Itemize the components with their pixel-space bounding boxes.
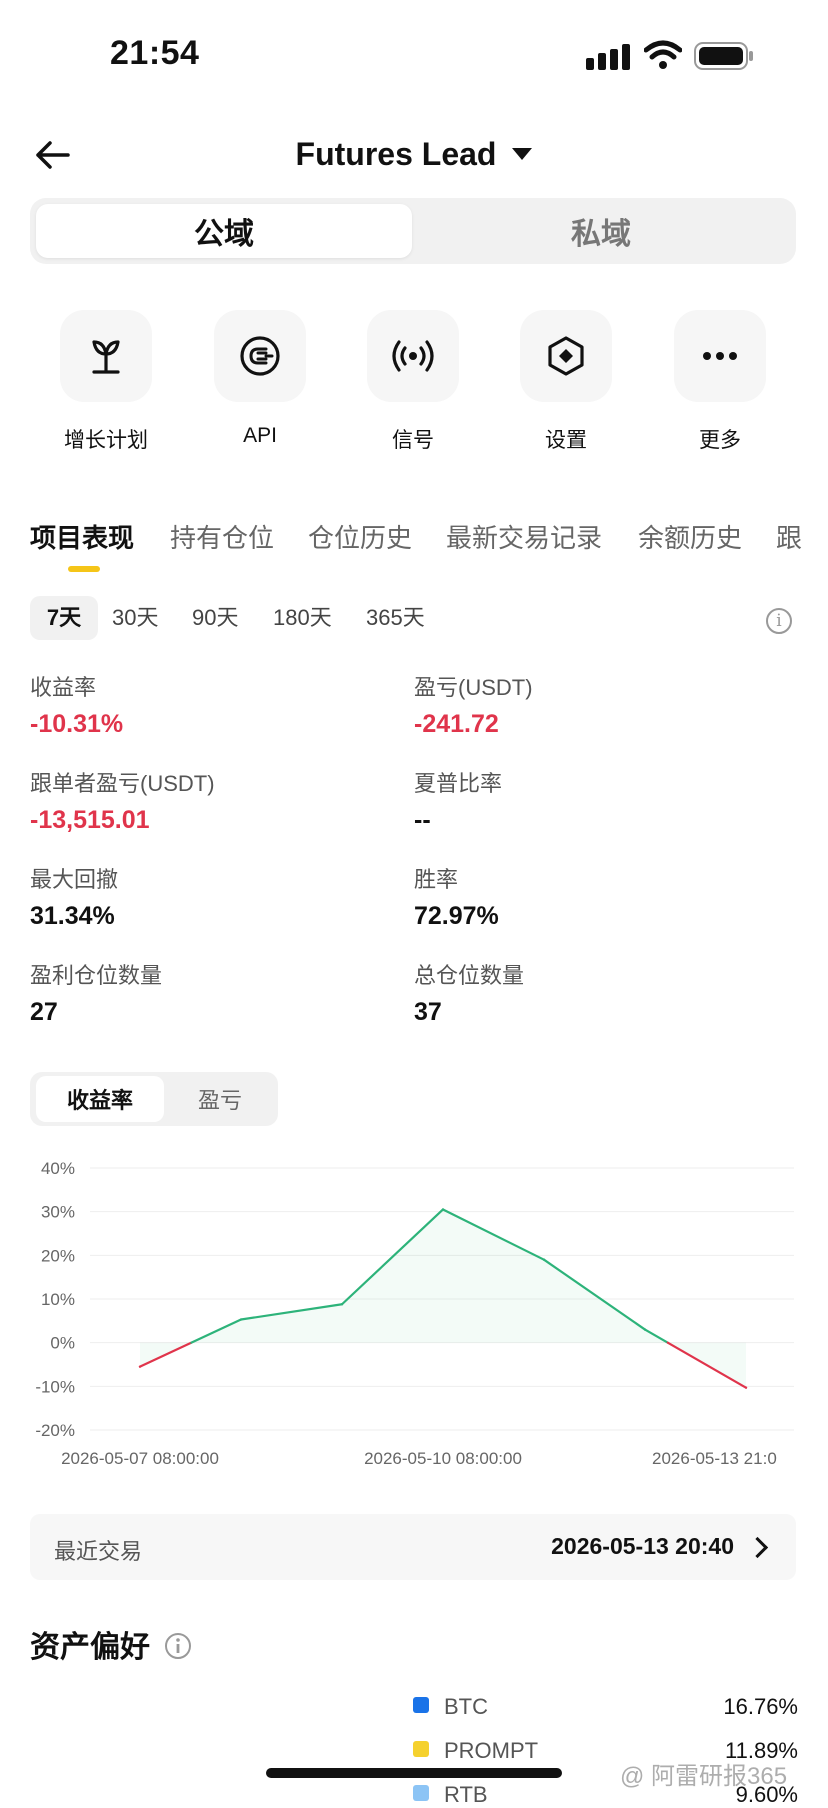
data-point	[441, 1208, 445, 1211]
metric-pnl-value: -241.72	[414, 710, 499, 738]
legend-name-rtb: RTB	[444, 1782, 488, 1807]
home-indicator[interactable]	[266, 1768, 562, 1778]
data-point	[542, 1258, 546, 1261]
period-30d[interactable]: 30天	[112, 596, 158, 640]
caret-down-icon	[512, 147, 533, 160]
segment-public[interactable]: 公域	[36, 204, 412, 258]
signal-button[interactable]	[367, 310, 459, 402]
metric-sharpe-label: 夏普比率	[414, 771, 503, 796]
segment-private[interactable]: 私域	[412, 204, 790, 258]
y-tick-label: 40%	[41, 1159, 75, 1178]
growth-plan-label: 增长计划	[64, 429, 148, 452]
x-tick-label: 2026-05-10 08:00:00	[364, 1449, 522, 1468]
api-button[interactable]	[214, 310, 306, 402]
metric-win-rate-label: 胜率	[414, 867, 459, 892]
y-tick-label: 0%	[50, 1334, 75, 1353]
more-label: 更多	[699, 429, 741, 452]
settings-button[interactable]	[520, 310, 612, 402]
tab-position-history[interactable]: 仓位历史	[308, 518, 412, 555]
page-title-text: Futures Lead	[295, 136, 497, 172]
metric-win-rate-value: 72.97%	[414, 902, 499, 930]
metric-total-positions-value: 37	[414, 998, 442, 1026]
signal-label: 信号	[392, 429, 434, 452]
asset-preference-title: 资产偏好	[30, 1631, 150, 1664]
y-tick-label: 10%	[41, 1290, 75, 1309]
recent-trade-time: 2026-05-13 20:40	[551, 1533, 734, 1559]
x-tick-label: 2026-05-07 08:00:00	[61, 1449, 219, 1468]
chart-toggle-pnl[interactable]: 盈亏	[164, 1076, 276, 1122]
tab-followers[interactable]: 跟	[776, 518, 828, 555]
metric-max-drawdown-label: 最大回撤	[30, 867, 119, 892]
chart-toggle-roi[interactable]: 收益率	[36, 1076, 164, 1122]
settings-label: 设置	[545, 429, 587, 452]
legend-swatch-rtb	[413, 1785, 429, 1801]
growth-plan-button[interactable]	[60, 310, 152, 402]
info-circle-icon[interactable]	[164, 1632, 192, 1660]
metric-profit-positions-label: 盈利仓位数量	[30, 963, 163, 988]
tab-open-positions[interactable]: 持有仓位	[170, 518, 274, 555]
tab-balance-history[interactable]: 余额历史	[638, 518, 742, 555]
watermark: @ 阿雷研报365	[620, 1763, 788, 1790]
legend-name-prompt: PROMPT	[444, 1738, 539, 1763]
metric-profit-positions-value: 27	[30, 998, 58, 1026]
y-tick-label: 20%	[41, 1246, 75, 1265]
period-365d[interactable]: 365天	[366, 596, 425, 640]
metric-roi-label: 收益率	[30, 675, 97, 700]
metric-roi-value: -10.31%	[30, 710, 124, 738]
status-time: 21:54	[110, 34, 200, 72]
data-point	[340, 1303, 344, 1306]
api-label: API	[243, 424, 277, 447]
active-tab-indicator	[68, 566, 100, 572]
sprout-icon	[92, 340, 120, 374]
page-title[interactable]: Futures Lead	[0, 136, 828, 173]
data-point	[239, 1318, 243, 1321]
data-point	[138, 1365, 142, 1368]
y-tick-label: -10%	[35, 1377, 75, 1396]
tab-performance[interactable]: 项目表现	[30, 518, 134, 555]
period-90d[interactable]: 90天	[192, 596, 238, 640]
period-180d[interactable]: 180天	[273, 596, 332, 640]
signal-broadcast-icon	[392, 340, 434, 372]
tab-latest-trades[interactable]: 最新交易记录	[446, 518, 602, 555]
legend-value-btc: 16.76%	[723, 1694, 798, 1719]
info-icon[interactable]: i	[766, 608, 792, 634]
data-point	[744, 1386, 748, 1389]
hexagon-settings-icon	[548, 336, 584, 376]
roi-line-chart: 40% 30% 20% 10% 0% -10% -20% 2026-05-07 08:00:0…	[35, 1159, 794, 1468]
legend-name-btc: BTC	[444, 1694, 488, 1719]
x-tick-label: 2026-05-13 21:0	[652, 1449, 777, 1468]
y-tick-label: -20%	[35, 1421, 75, 1440]
plug-icon	[240, 336, 280, 376]
metric-max-drawdown-value: 31.34%	[30, 902, 115, 930]
legend-swatch-prompt	[413, 1741, 429, 1757]
metric-follower-pnl-label: 跟单者盈亏(USDT)	[30, 771, 215, 796]
recent-trade-label: 最近交易	[54, 1539, 143, 1564]
metric-follower-pnl-value: -13,515.01	[30, 806, 150, 834]
y-tick-label: 30%	[41, 1203, 75, 1222]
metric-sharpe-value: --	[414, 806, 431, 834]
legend-swatch-btc	[413, 1697, 429, 1713]
data-point	[643, 1328, 647, 1331]
metric-pnl-label: 盈亏(USDT)	[414, 675, 533, 700]
more-button[interactable]	[674, 310, 766, 402]
battery-icon	[694, 42, 753, 70]
cellular-signal-icon	[586, 44, 630, 70]
metric-total-positions-label: 总仓位数量	[414, 963, 525, 988]
period-7d[interactable]: 7天	[30, 596, 98, 640]
wifi-icon	[644, 40, 682, 69]
more-dots-icon	[703, 352, 737, 360]
